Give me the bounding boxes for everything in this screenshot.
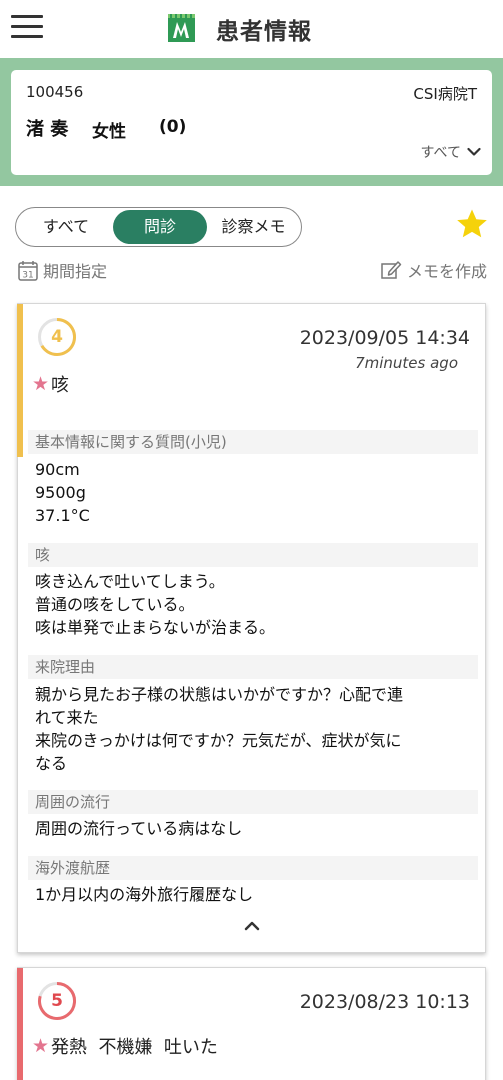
- question-label: 周囲の流行: [28, 790, 478, 814]
- symptom-star-icon: ★: [32, 1035, 50, 1057]
- question-label: 来院理由: [28, 655, 478, 679]
- record-date: 2023/09/05 14:34: [299, 327, 470, 349]
- tab-interview[interactable]: 問診: [113, 210, 207, 244]
- interview-record-card[interactable]: 4 2023/09/05 14:34 7minutes ago ★ 咳 基本情報…: [17, 303, 486, 953]
- patient-age: (0): [159, 117, 187, 137]
- app-header: 患者情報: [0, 0, 503, 58]
- question-label: 基本情報に関する質問(小児): [28, 430, 478, 454]
- symptom-star-icon: ★: [32, 373, 50, 395]
- patient-banner: 100456 CSI病院T 渚 奏 女性 (0) すべて: [0, 58, 503, 186]
- page-title: 患者情報: [216, 19, 312, 45]
- record-accent-bar: [17, 304, 23, 457]
- chevron-up-icon[interactable]: [242, 916, 262, 936]
- patient-id: 100456: [26, 83, 84, 101]
- patient-card: 100456 CSI病院T 渚 奏 女性 (0) すべて: [11, 70, 492, 175]
- question-answer: 周囲の流行っている病はなし: [35, 819, 243, 838]
- visit-count: 5: [51, 991, 63, 1011]
- question-answer: 1か月以内の海外旅行履歴なし: [35, 885, 254, 904]
- interview-record-card[interactable]: 5 2023/08/23 10:13 ★ 発熱 不機嫌 吐いた: [17, 967, 486, 1080]
- visit-count: 4: [51, 327, 63, 347]
- tab-exam-memo[interactable]: 診察メモ: [208, 210, 299, 244]
- calendar-icon: 31: [18, 260, 38, 281]
- record-accent-bar: [17, 968, 23, 1080]
- question-label: 咳: [28, 543, 478, 567]
- symptom-text: 発熱 不機嫌 吐いた: [51, 1037, 218, 1058]
- create-memo-button[interactable]: メモを作成: [381, 258, 487, 282]
- edit-memo-icon: [381, 261, 402, 279]
- period-filter-label: 期間指定: [43, 262, 108, 281]
- tab-all[interactable]: すべて: [18, 210, 114, 244]
- favorite-star-icon[interactable]: [456, 208, 488, 240]
- question-label: 海外渡航歴: [28, 856, 478, 880]
- hospital-name: CSI病院T: [413, 85, 477, 103]
- patient-filter-dropdown[interactable]: すべて: [421, 142, 481, 162]
- period-filter-button[interactable]: 31 期間指定: [18, 258, 107, 282]
- record-symptoms: ★ 発熱 不機嫌 吐いた: [32, 1033, 218, 1059]
- question-answer: 親から見たお子様の状態はいかがですか？心配で連 れて来た 来院のきっかけは何です…: [35, 685, 404, 773]
- symptom-text: 咳: [51, 375, 70, 396]
- chevron-down-icon: [467, 147, 481, 156]
- patient-filter-label: すべて: [420, 145, 461, 161]
- record-date: 2023/08/23 10:13: [299, 991, 470, 1013]
- patient-sex: 女性: [92, 122, 126, 142]
- svg-text:31: 31: [22, 270, 33, 280]
- record-type-tabs: すべて 問診 診察メモ: [15, 207, 302, 247]
- question-answer: 90cm 9500g 37.1°C: [35, 460, 90, 525]
- question-answer: 咳き込んで吐いてしまう。 普通の咳をしている。 咳は単発で止まらないが治まる。: [35, 572, 276, 637]
- hamburger-menu-icon[interactable]: [11, 15, 43, 39]
- record-relative-time: 7minutes ago: [355, 354, 458, 372]
- app-logo-icon: [168, 14, 195, 42]
- patient-name: 渚 奏: [26, 119, 69, 140]
- create-memo-label: メモを作成: [406, 262, 487, 281]
- record-symptoms: ★ 咳: [32, 371, 69, 397]
